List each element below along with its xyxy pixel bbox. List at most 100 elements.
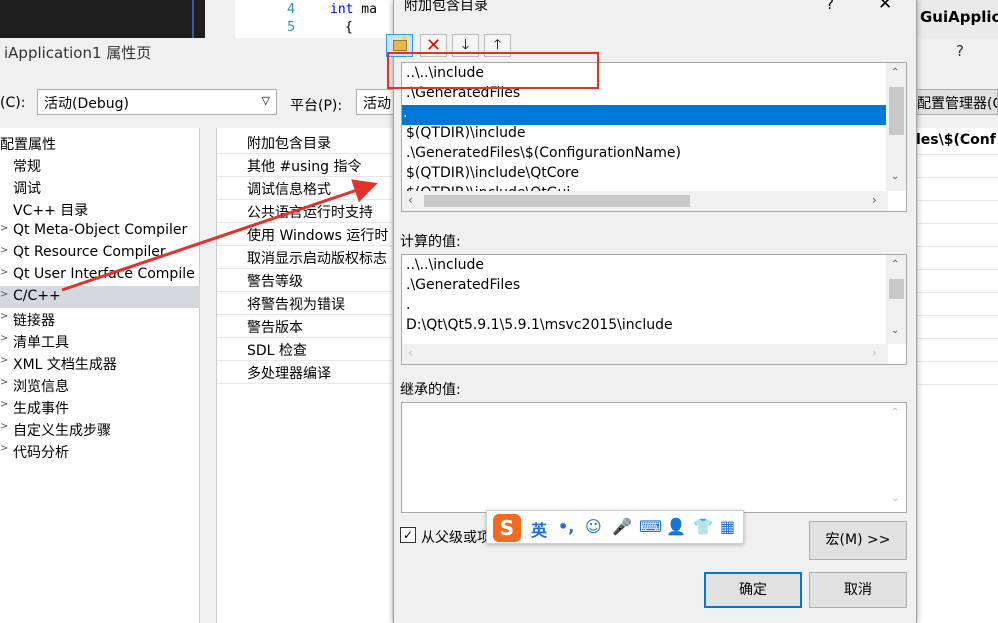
property-row[interactable]: 调试信息格式 [217,177,393,200]
tree-item[interactable]: > 清单工具 [0,330,200,352]
scroll-up-icon[interactable]: ⌃ [891,67,899,78]
tree-item[interactable]: 调试 [0,176,200,198]
tree-item[interactable]: > Qt User Interface Compile [0,264,200,286]
tree-item[interactable]: > C/C++ [0,286,200,308]
tree-item[interactable]: > 生成事件 [0,396,200,418]
help-button[interactable]: ? [956,42,964,60]
property-row[interactable]: 将警告视为错误 [217,292,393,315]
property-row[interactable]: SDL 检查 [217,338,393,361]
property-row[interactable]: 公共语言运行时支持 [217,200,393,223]
chevron-right-icon[interactable]: > [0,245,8,256]
chevron-right-icon[interactable]: > [0,267,8,278]
computed-vertical-scrollbar[interactable]: ⌃ ⌄ [886,255,906,344]
user-icon[interactable]: 👤 [666,517,686,536]
property-row[interactable]: 警告版本 [217,315,393,338]
scroll-thumb[interactable] [889,279,904,299]
chevron-right-icon[interactable]: > [0,355,8,366]
include-dir-row[interactable]: $(QTDIR)\include [405,125,525,145]
tree-item[interactable]: > 代码分析 [0,440,200,462]
skin-icon[interactable]: 👕 [693,517,713,536]
include-dir-row[interactable]: $(QTDIR)\include\QtCore [405,165,579,185]
property-row[interactable]: 警告等级 [217,269,393,292]
cancel-button[interactable]: 取消 [809,572,907,608]
chevron-right-icon[interactable]: > [0,443,8,454]
punctuation-icon[interactable]: •, [558,517,574,536]
property-row[interactable]: 取消显示启动版权标志 [217,246,393,269]
grid-line [910,292,998,293]
scroll-thumb[interactable] [889,87,904,135]
dialog-close-button[interactable]: ✕ [878,0,892,14]
tree-item-label: 链接器 [13,313,55,329]
property-row[interactable]: 使用 Windows 运行时 [217,223,393,246]
sogou-logo-icon[interactable]: S [493,514,521,542]
chevron-right-icon[interactable]: > [0,311,8,322]
configuration-manager-button[interactable]: 配置管理器(C [912,89,998,115]
computed-values-list: D:\Qt\Qt5.9.1\5.9.1\msvc2015\include. .\G… [401,254,907,365]
tree-item[interactable]: VC++ 目录 [0,198,200,220]
code-line: { [345,20,353,35]
editor-tab-title[interactable]: GuiApplicat [916,0,998,38]
property-row[interactable]: 附加包含目录 [217,131,393,154]
computed-values-label: 计算的值: [400,234,461,250]
chevron-right-icon[interactable]: > [0,289,8,300]
tree-item-label: 调试 [13,181,41,197]
code-gutter [205,0,235,38]
include-horizontal-scrollbar[interactable]: ‹ › [402,191,888,211]
tree-item-label: Qt User Interface Compile [13,266,195,282]
inherited-vertical-scrollbar: ⌃ ⌄ [886,403,906,512]
inherit-checkbox[interactable]: ✓ [400,527,416,543]
scroll-down-icon[interactable]: ⌄ [891,171,899,182]
chevron-right-icon[interactable]: > [0,223,8,234]
keyboard-icon[interactable]: ⌨ [639,517,662,536]
chevron-right-icon[interactable]: > [0,399,8,410]
tree-item-label: VC++ 目录 [13,203,89,219]
scroll-right-icon[interactable]: › [872,193,877,207]
tree-item[interactable]: 常规 [0,154,200,176]
microphone-icon[interactable]: 🎤 [612,517,632,536]
property-page-title: iApplication1 属性页 [4,44,152,62]
tree-item[interactable]: > 自定义生成步骤 [0,418,200,440]
scroll-right-icon: › [872,346,877,360]
tree-item[interactable]: > 浏览信息 [0,374,200,396]
include-vertical-scrollbar[interactable]: ⌃ ⌄ [886,63,906,191]
property-value[interactable]: les\$(Conf [916,132,996,148]
code-text: ma [353,2,377,17]
scroll-left-icon: ‹ [408,346,413,360]
tree-item[interactable]: > 链接器 [0,308,200,330]
computed-value-row: . [406,297,411,313]
ok-button[interactable]: 确定 [704,572,802,608]
code-text: { [345,20,353,35]
configuration-select[interactable]: 活动(Debug) ▽ [37,89,277,115]
ime-toolbar[interactable]: S 英 •, ☺ 🎤 ⌨ 👤 👕 ▦ [486,510,744,544]
include-dir-row[interactable]: . [402,105,886,125]
tree-item[interactable]: > Qt Resource Compiler [0,242,200,264]
scroll-up-icon[interactable]: ⌃ [891,259,899,270]
tree-item-label: 浏览信息 [13,379,69,395]
chevron-right-icon[interactable]: > [0,377,8,388]
scroll-thumb[interactable] [424,195,690,207]
macros-button[interactable]: 宏(M) >> [809,521,907,560]
tree-item-label: 生成事件 [13,401,69,417]
inherited-values-list: ⌃ ⌄ [401,402,907,513]
property-row[interactable]: 其他 #using 指令 [217,154,393,177]
include-dir-row[interactable]: .\GeneratedFiles\$(ConfigurationName) [405,145,681,165]
chevron-right-icon[interactable]: > [0,333,8,344]
tree-item[interactable]: 配置属性 [0,132,200,154]
emoji-icon[interactable]: ☺ [585,517,602,536]
solution-explorer-edge [0,0,205,38]
tree-item-label: 配置属性 [0,137,56,153]
toolbox-icon[interactable]: ▦ [720,517,735,536]
language-toggle-icon[interactable]: 英 [531,517,547,541]
property-value-column: les\$(Conf [910,128,998,623]
dialog-help-button[interactable]: ? [826,0,834,13]
tree-item[interactable]: > Qt Meta-Object Compiler [0,220,200,242]
computed-horizontal-scrollbar[interactable]: ‹ › [402,344,888,364]
scroll-down-icon[interactable]: ⌄ [891,325,899,336]
scroll-left-icon[interactable]: ‹ [408,193,413,207]
property-tree: 配置属性 常规 调试 VC++ 目录 > Qt Meta-Object Compiler >… [0,128,200,623]
grid-line [910,269,998,270]
chevron-right-icon[interactable]: > [0,421,8,432]
property-row[interactable]: 多处理器编译 [217,361,393,384]
tree-item[interactable]: > XML 文档生成器 [0,352,200,374]
grid-line [910,246,998,247]
